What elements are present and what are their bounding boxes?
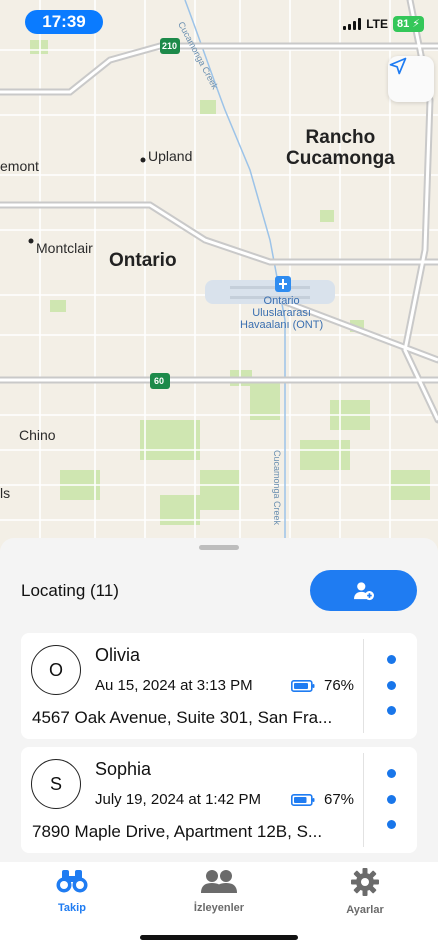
- tab-bar: Takip İzleyenler Ayarlar: [0, 862, 438, 950]
- map-label-montclair: Montclair: [36, 240, 93, 256]
- card-divider: [363, 753, 364, 847]
- status-indicators: LTE 81 ⚡: [343, 16, 424, 32]
- map-label-ls: ls: [0, 485, 11, 501]
- add-person-icon: [353, 581, 374, 600]
- map-label-upland: Upland: [148, 148, 193, 164]
- signal-icon: [343, 18, 362, 30]
- tab-izleyenler[interactable]: İzleyenler: [159, 868, 279, 914]
- battery-status: 67%: [291, 791, 354, 808]
- highway-60-shield: 60: [154, 376, 165, 386]
- tab-takip[interactable]: Takip: [12, 868, 132, 914]
- battery-percent: 67%: [324, 791, 355, 808]
- tab-label: İzleyenler: [193, 902, 245, 914]
- more-dot-icon: [386, 655, 396, 664]
- battery-status: 76%: [291, 677, 354, 694]
- people-sheet: Locating (11) O Olivia Au 15, 2024 at 3:…: [0, 538, 438, 862]
- location-arrow-icon: [389, 57, 407, 75]
- person-address: 4567 Oak Avenue, Suite 301, San Fra...: [32, 708, 333, 727]
- people-icon: [201, 870, 237, 893]
- map-label-rancho-cucamonga: Rancho Cucamonga: [286, 127, 395, 169]
- more-options-button[interactable]: [376, 769, 406, 829]
- person-card-sophia[interactable]: S Sophia July 19, 2024 at 1:42 PM 67% 78…: [21, 747, 417, 853]
- home-indicator: [140, 935, 298, 940]
- more-dot-icon: [386, 706, 396, 715]
- locate-me-button[interactable]: [388, 56, 434, 102]
- last-seen-time: July 19, 2024 at 1:42 PM: [95, 791, 261, 808]
- map-label-ontario: Ontario: [109, 250, 177, 271]
- gear-icon: [351, 868, 379, 896]
- avatar: S: [31, 759, 81, 809]
- person-address: 7890 Maple Drive, Apartment 12B, S...: [32, 822, 323, 841]
- more-dot-icon: [386, 820, 396, 829]
- status-time: 17:39: [25, 10, 103, 34]
- map-view[interactable]: 210 60 Rancho Cucamonga Upland emont Mon…: [0, 0, 438, 560]
- network-type: LTE: [366, 17, 388, 31]
- map-label-emont: emont: [0, 158, 39, 174]
- card-divider: [363, 639, 364, 733]
- binoculars-icon: [56, 870, 88, 893]
- battery-percent: 76%: [324, 677, 355, 694]
- person-name: Sophia: [95, 759, 152, 779]
- last-seen-time: Au 15, 2024 at 3:13 PM: [95, 677, 253, 694]
- locating-title: Locating (11): [21, 581, 119, 600]
- more-dot-icon: [386, 769, 396, 778]
- avatar: O: [31, 645, 81, 695]
- more-options-button[interactable]: [376, 655, 406, 715]
- battery-icon: [291, 679, 315, 692]
- map-label-airport: Ontario Uluslararası Havaalanı (ONT): [240, 295, 324, 331]
- sheet-drag-handle[interactable]: [199, 545, 239, 550]
- more-dot-icon: [386, 794, 396, 804]
- more-dot-icon: [386, 680, 396, 690]
- tab-ayarlar[interactable]: Ayarlar: [305, 868, 425, 916]
- battery-indicator: 81 ⚡: [392, 16, 424, 32]
- person-card-olivia[interactable]: O Olivia Au 15, 2024 at 3:13 PM 76% 4567…: [21, 633, 417, 739]
- map-label-creek-bottom: Cucamonga Creek: [272, 450, 282, 526]
- battery-icon: [291, 793, 315, 806]
- tab-label: Ayarlar: [346, 904, 384, 916]
- person-name: Olivia: [95, 645, 141, 665]
- tab-label: Takip: [58, 902, 86, 914]
- add-person-button[interactable]: [310, 570, 417, 611]
- highway-210-shield: 210: [162, 41, 178, 51]
- map-label-chino: Chino: [19, 427, 56, 443]
